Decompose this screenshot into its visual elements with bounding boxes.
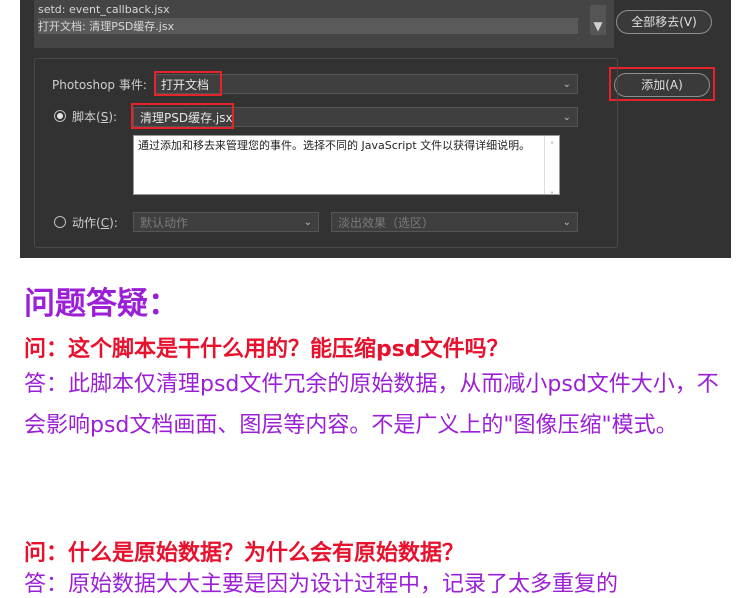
action-label: 动作(C): — [72, 216, 118, 230]
remove-all-button[interactable]: 全部移去(V) — [616, 10, 712, 34]
chevron-down-icon: ⌄ — [303, 217, 312, 228]
highlight-box — [154, 71, 222, 96]
action-radio[interactable] — [54, 216, 66, 228]
event-list-item-selected[interactable]: 打开文档: 清理PSD缓存.jsx — [38, 18, 578, 34]
action-dropdown[interactable]: 淡出效果（选区） ⌄ — [331, 212, 578, 232]
action-set-value: 默认动作 — [140, 216, 189, 230]
event-label: Photoshop 事件: — [52, 78, 147, 92]
faq-answer-2: 答：原始数据大大主要是因为设计过程中，记录了太多重复的 — [24, 572, 619, 597]
scroll-down-icon[interactable]: ▼ — [590, 5, 606, 35]
description-box[interactable]: 通过添加和移去来管理您的事件。选择不同的 JavaScript 文件以获得详细说… — [133, 135, 560, 200]
faq-question-2: 问：什么是原始数据？为什么会有原始数据？ — [24, 541, 465, 566]
script-radio[interactable] — [54, 110, 66, 122]
script-label: 脚本(S): — [72, 110, 118, 124]
chevron-down-icon: ⌄ — [562, 79, 571, 90]
action-set-dropdown[interactable]: 默认动作 ⌄ — [133, 212, 319, 232]
description-text: 通过添加和移去来管理您的事件。选择不同的 JavaScript 文件以获得详细说… — [138, 139, 531, 152]
script-events-dialog: setd: event_callback.jsx 打开文档: 清理PSD缓存.j… — [20, 0, 731, 258]
action-value: 淡出效果（选区） — [338, 216, 435, 230]
faq-answer-1: 答：此脚本仅清理psd文件冗余的原始数据，从而减小psd文件大小，不会影响psd… — [24, 372, 719, 438]
description-scrollbar[interactable]: ˄ ˅ — [544, 136, 559, 200]
faq-question-1: 问：这个脚本是干什么用的？能压缩psd文件吗？ — [24, 337, 509, 362]
chevron-down-icon: ⌄ — [562, 217, 571, 228]
faq-title: 问题答疑： — [24, 286, 179, 322]
event-list[interactable]: setd: event_callback.jsx 打开文档: 清理PSD缓存.j… — [34, 0, 614, 48]
highlight-box — [131, 103, 234, 129]
event-list-item[interactable]: setd: event_callback.jsx — [38, 3, 170, 16]
chevron-down-icon: ⌄ — [562, 112, 571, 123]
add-button[interactable]: 添加(A) — [614, 73, 710, 97]
